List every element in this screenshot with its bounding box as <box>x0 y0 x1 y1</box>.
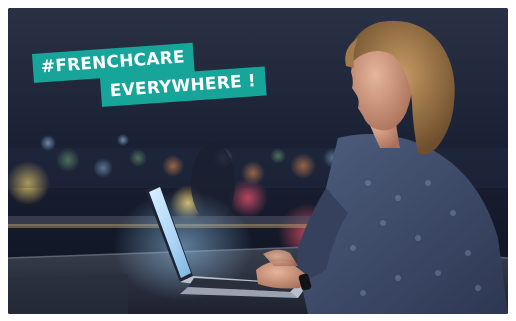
hero-photo: #FRENCHCARE EVERYWHERE ! <box>8 8 508 314</box>
